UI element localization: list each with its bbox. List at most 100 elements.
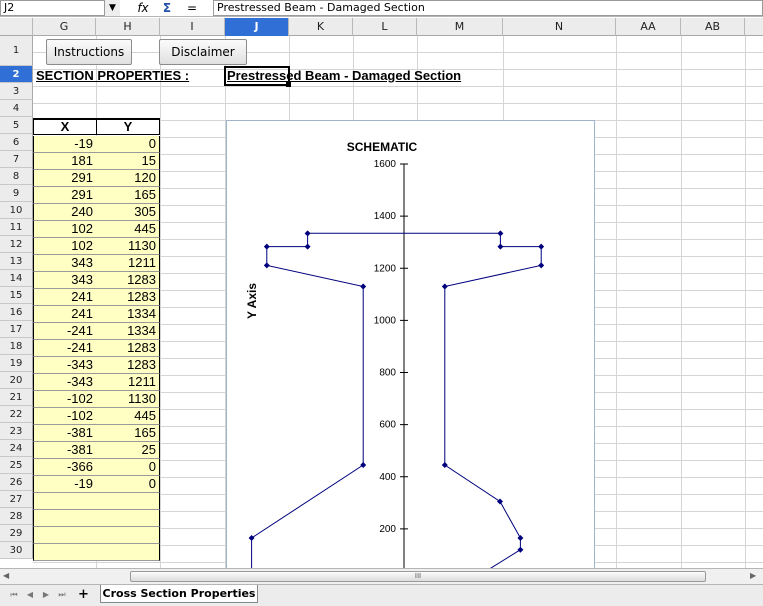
column-header-m[interactable]: M — [417, 18, 503, 36]
sum-icon[interactable]: Σ — [158, 0, 176, 16]
column-header-ab[interactable]: AB — [681, 18, 745, 36]
formula-input[interactable]: Prestressed Beam - Damaged Section — [213, 0, 763, 16]
column-header-n[interactable]: N — [503, 18, 616, 36]
scroll-right-icon[interactable]: ▶ — [750, 571, 756, 580]
table-cell-y[interactable]: 25 — [96, 442, 160, 459]
first-sheet-icon[interactable]: ⏮ — [8, 588, 20, 602]
scroll-thumb[interactable]: III — [130, 571, 706, 582]
next-sheet-icon[interactable]: ▶ — [40, 588, 52, 602]
table-cell-x[interactable] — [33, 510, 97, 527]
table-cell-y[interactable]: 1334 — [96, 323, 160, 340]
table-cell-y[interactable]: 15 — [96, 153, 160, 170]
table-cell-y[interactable]: 1283 — [96, 340, 160, 357]
table-cell-x[interactable]: 291 — [33, 187, 97, 204]
column-header-l[interactable]: L — [353, 18, 417, 36]
table-cell-x[interactable]: 102 — [33, 221, 97, 238]
table-cell-x[interactable]: -19 — [33, 136, 97, 153]
table-cell-x[interactable]: -19 — [33, 476, 97, 493]
row-header-13[interactable]: 13 — [0, 253, 33, 270]
table-cell-x[interactable]: 343 — [33, 272, 97, 289]
row-header-1[interactable]: 1 — [0, 36, 33, 66]
table-cell-x[interactable] — [33, 493, 97, 510]
table-cell-x[interactable]: -381 — [33, 442, 97, 459]
row-header-27[interactable]: 27 — [0, 491, 33, 508]
table-cell-y[interactable]: 1283 — [96, 357, 160, 374]
row-header-21[interactable]: 21 — [0, 389, 33, 406]
table-cell-y[interactable]: 165 — [96, 187, 160, 204]
table-cell-x[interactable]: -343 — [33, 374, 97, 391]
chevron-down-icon[interactable]: ▼ — [104, 0, 120, 16]
table-cell-y[interactable]: 1211 — [96, 255, 160, 272]
row-header-6[interactable]: 6 — [0, 134, 33, 151]
table-cell-y[interactable]: 0 — [96, 459, 160, 476]
horizontal-scrollbar[interactable]: ◀ III ▶ — [0, 568, 763, 584]
row-header-3[interactable]: 3 — [0, 83, 33, 100]
row-header-22[interactable]: 22 — [0, 406, 33, 423]
row-header-30[interactable]: 30 — [0, 542, 33, 559]
last-sheet-icon[interactable]: ⏭ — [56, 588, 68, 602]
add-sheet-icon[interactable]: + — [78, 587, 89, 602]
name-box[interactable]: J2 — [0, 0, 120, 16]
row-header-25[interactable]: 25 — [0, 457, 33, 474]
scroll-left-icon[interactable]: ◀ — [3, 571, 9, 580]
prev-sheet-icon[interactable]: ◀ — [24, 588, 36, 602]
column-header-aa[interactable]: AA — [616, 18, 681, 36]
table-cell-y[interactable]: 120 — [96, 170, 160, 187]
row-header-15[interactable]: 15 — [0, 287, 33, 304]
table-cell-y[interactable] — [96, 493, 160, 510]
table-cell-x[interactable]: -343 — [33, 357, 97, 374]
table-cell-y[interactable] — [96, 544, 160, 561]
column-header-k[interactable]: K — [289, 18, 353, 36]
row-header-17[interactable]: 17 — [0, 321, 33, 338]
row-header-26[interactable]: 26 — [0, 474, 33, 491]
table-cell-y[interactable]: 0 — [96, 136, 160, 153]
instructions-button[interactable]: Instructions — [46, 39, 132, 65]
table-cell-x[interactable]: 343 — [33, 255, 97, 272]
row-header-20[interactable]: 20 — [0, 372, 33, 389]
table-cell-x[interactable] — [33, 527, 97, 544]
column-header-j[interactable]: J — [225, 18, 289, 36]
row-header-8[interactable]: 8 — [0, 168, 33, 185]
schematic-chart[interactable]: SCHEMATIC Y Axis 1600 1400 1200 1000 800 600 4… — [226, 120, 595, 580]
table-cell-x[interactable]: -241 — [33, 323, 97, 340]
table-cell-x[interactable]: 102 — [33, 238, 97, 255]
row-header-29[interactable]: 29 — [0, 525, 33, 542]
table-cell-x[interactable]: 241 — [33, 289, 97, 306]
row-header-19[interactable]: 19 — [0, 355, 33, 372]
row-header-4[interactable]: 4 — [0, 100, 33, 117]
table-cell-y[interactable] — [96, 527, 160, 544]
row-header-7[interactable]: 7 — [0, 151, 33, 168]
row-header-2[interactable]: 2 — [0, 66, 33, 83]
table-cell-x[interactable]: -102 — [33, 408, 97, 425]
row-header-5[interactable]: 5 — [0, 117, 33, 134]
column-header-h[interactable]: H — [96, 18, 160, 36]
equals-icon[interactable]: = — [183, 0, 201, 16]
table-cell-x[interactable]: -102 — [33, 391, 97, 408]
table-cell-y[interactable]: 165 — [96, 425, 160, 442]
table-cell-x[interactable]: 181 — [33, 153, 97, 170]
sheet-tab-cross-section-properties[interactable]: Cross Section Properties — [100, 585, 258, 603]
table-cell-x[interactable]: 241 — [33, 306, 97, 323]
table-cell-x[interactable] — [33, 544, 97, 561]
table-cell-y[interactable]: 0 — [96, 476, 160, 493]
row-header-12[interactable]: 12 — [0, 236, 33, 253]
table-cell-y[interactable]: 445 — [96, 221, 160, 238]
row-header-14[interactable]: 14 — [0, 270, 33, 287]
column-header-i[interactable]: I — [160, 18, 225, 36]
row-header-11[interactable]: 11 — [0, 219, 33, 236]
table-cell-y[interactable]: 305 — [96, 204, 160, 221]
function-wizard-icon[interactable]: fx — [134, 0, 152, 16]
table-cell-y[interactable]: 1283 — [96, 289, 160, 306]
table-cell-y[interactable]: 445 — [96, 408, 160, 425]
table-cell-y[interactable]: 1130 — [96, 391, 160, 408]
row-header-18[interactable]: 18 — [0, 338, 33, 355]
select-all-corner[interactable] — [0, 18, 33, 36]
table-cell-y[interactable] — [96, 510, 160, 527]
row-header-9[interactable]: 9 — [0, 185, 33, 202]
row-header-10[interactable]: 10 — [0, 202, 33, 219]
table-cell-y[interactable]: 1211 — [96, 374, 160, 391]
table-cell-x[interactable]: -241 — [33, 340, 97, 357]
row-header-28[interactable]: 28 — [0, 508, 33, 525]
table-cell-y[interactable]: 1283 — [96, 272, 160, 289]
row-header-16[interactable]: 16 — [0, 304, 33, 321]
